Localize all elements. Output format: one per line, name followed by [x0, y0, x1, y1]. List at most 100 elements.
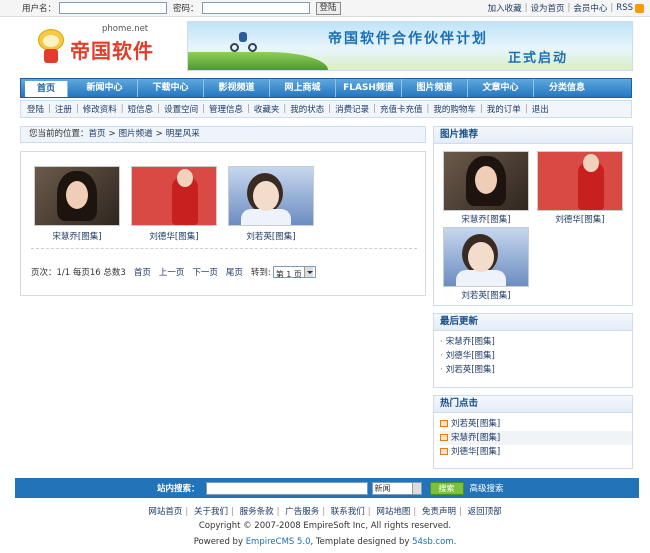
breadcrumb-stars[interactable]: 明星风采	[166, 129, 200, 139]
pager-next[interactable]: 下一页	[192, 266, 218, 278]
footer-link-sitemap[interactable]: 网站地图	[376, 507, 410, 517]
logo-domain: phome.net	[102, 24, 149, 34]
chevron-down-icon[interactable]	[303, 267, 313, 277]
nav-photo[interactable]: 图片频道	[402, 79, 468, 97]
copyright: Copyright © 2007-2008 EmpireSoft Inc, Al…	[198, 521, 452, 531]
template-site-link[interactable]: 54sb.com	[412, 537, 454, 547]
latest-box: 最后更新 · 宋慧乔[图集] · 刘德华[图集] · 刘若英[图集]	[433, 313, 633, 388]
subnav-login[interactable]: 登陆	[27, 103, 44, 115]
advanced-search-link[interactable]: 高级搜索	[470, 482, 504, 494]
search-category-select[interactable]: 新闻	[371, 481, 422, 495]
nav-video[interactable]: 影视频道	[204, 79, 270, 97]
rss-link[interactable]: RSS	[616, 3, 633, 13]
photo-thumbnail[interactable]	[443, 151, 529, 211]
list-item[interactable]: 刘德华[图集]	[440, 445, 632, 459]
gallery-caption[interactable]: 刘德华[图集]	[131, 230, 217, 242]
list-item[interactable]: 宋慧乔[图集]	[440, 431, 632, 445]
search-input[interactable]	[205, 481, 368, 495]
photo-thumbnail[interactable]	[537, 151, 623, 211]
breadcrumb-home[interactable]: 首页	[89, 129, 106, 139]
footer-link-disclaimer[interactable]: 免责声明	[422, 507, 456, 517]
footer-link-about[interactable]: 关于我们	[194, 507, 228, 517]
subnav-messages[interactable]: 短信息	[128, 103, 154, 115]
news-icon	[440, 420, 448, 427]
breadcrumb: 您当前的位置：首页 > 图片频道 > 明星风采	[20, 126, 426, 143]
add-favorite-link[interactable]: 加入收藏	[488, 2, 522, 14]
breadcrumb-photo[interactable]: 图片频道	[119, 129, 153, 139]
recommend-caption[interactable]: 刘德华[图集]	[537, 213, 623, 225]
powered-by: Powered by EmpireCMS 5.0, Template desig…	[193, 537, 457, 547]
set-homepage-link[interactable]: 设为首页	[531, 2, 565, 14]
banner-title: 帝国软件合作伙伴计划	[328, 31, 488, 47]
hot-title: 热门点击	[434, 396, 632, 413]
mascot-icon	[36, 29, 66, 65]
cyclist-icon	[230, 32, 260, 52]
nav-news[interactable]: 新闻中心	[72, 79, 138, 97]
empirecms-link[interactable]: EmpireCMS 5.0	[246, 537, 311, 547]
gallery-item[interactable]: 刘若英[图集]	[228, 166, 314, 242]
footer-link-terms[interactable]: 服务条款	[240, 507, 274, 517]
rss-icon[interactable]	[635, 3, 644, 13]
gallery-item[interactable]: 宋慧乔[图集]	[34, 166, 120, 242]
recommend-item[interactable]: 宋慧乔[图集]	[443, 151, 529, 225]
nav-shop[interactable]: 网上商城	[270, 79, 336, 97]
subnav-spending[interactable]: 消费记录	[335, 103, 369, 115]
gallery-caption[interactable]: 刘若英[图集]	[228, 230, 314, 242]
list-item[interactable]: · 刘若英[图集]	[440, 363, 632, 377]
site-logo[interactable]: phome.net 帝国软件	[36, 23, 164, 71]
recommend-item[interactable]: 刘若英[图集]	[443, 227, 529, 301]
gallery-panel: 宋慧乔[图集] 刘德华[图集] 刘若英[图集] 页次：1/1 每页16 总数3 …	[20, 151, 426, 296]
list-item[interactable]: · 宋慧乔[图集]	[440, 335, 632, 349]
member-center-link[interactable]: 会员中心	[573, 2, 607, 14]
footer-link-ads[interactable]: 广告服务	[285, 507, 319, 517]
breadcrumb-prefix: 您当前的位置：	[29, 129, 89, 139]
pager-prev[interactable]: 上一页	[159, 266, 185, 278]
subnav-logout[interactable]: 退出	[532, 103, 549, 115]
list-item[interactable]: 刘若英[图集]	[440, 417, 632, 431]
subnav-space-settings[interactable]: 设置空间	[164, 103, 198, 115]
footer-link-home[interactable]: 网站首页	[148, 507, 182, 517]
nav-flash[interactable]: FLASH频道	[336, 79, 402, 97]
photo-thumbnail[interactable]	[228, 166, 314, 226]
pagination: 页次：1/1 每页16 总数3 首页 上一页 下一页 尾页 转到: 第 1 页	[31, 266, 316, 279]
login-button[interactable]: 登陆	[315, 1, 341, 15]
nav-download[interactable]: 下载中心	[138, 79, 204, 97]
photo-thumbnail[interactable]	[443, 227, 529, 287]
search-button[interactable]: 搜索	[429, 481, 464, 495]
subnav-cart[interactable]: 我的购物车	[433, 103, 476, 115]
subnav-edit-profile[interactable]: 修改资料	[83, 103, 117, 115]
nav-article[interactable]: 文章中心	[468, 79, 534, 97]
banner-subtitle: 正式启动	[508, 51, 569, 66]
gallery-caption[interactable]: 宋慧乔[图集]	[34, 230, 120, 242]
subnav-register[interactable]: 注册	[55, 103, 72, 115]
photo-thumbnail[interactable]	[34, 166, 120, 226]
pager-last[interactable]: 尾页	[226, 266, 243, 278]
subnav-status[interactable]: 我的状态	[290, 103, 324, 115]
chevron-down-icon[interactable]	[411, 482, 421, 494]
site-search-bar: 站内搜索： 新闻 搜索 高级搜索	[15, 478, 639, 498]
subnav-orders[interactable]: 我的订单	[487, 103, 521, 115]
page-select[interactable]: 第 1 页	[272, 266, 316, 279]
footer-link-contact[interactable]: 联系我们	[331, 507, 365, 517]
divider	[31, 248, 417, 249]
nav-classified[interactable]: 分类信息	[534, 79, 600, 97]
pager-first[interactable]: 首页	[134, 266, 151, 278]
password-input[interactable]	[201, 2, 310, 14]
recommend-caption[interactable]: 宋慧乔[图集]	[443, 213, 529, 225]
photo-thumbnail[interactable]	[131, 166, 217, 226]
recommend-caption[interactable]: 刘若英[图集]	[443, 289, 529, 301]
subnav-manage-info[interactable]: 管理信息	[209, 103, 243, 115]
subnav-favorites[interactable]: 收藏夹	[254, 103, 280, 115]
partner-banner[interactable]: 帝国软件合作伙伴计划 正式启动	[187, 21, 633, 71]
subnav-recharge[interactable]: 充值卡充值	[380, 103, 423, 115]
list-item[interactable]: · 刘德华[图集]	[440, 349, 632, 363]
footer-link-top[interactable]: 返回顶部	[468, 507, 502, 517]
nav-home[interactable]: 首页	[25, 81, 68, 97]
site-header: phome.net 帝国软件 帝国软件合作伙伴计划 正式启动	[0, 17, 650, 75]
footer-links: 网站首页 | 关于我们 | 服务条款 | 广告服务 | 联系我们 | 网站地图 | 免责声明…	[148, 507, 502, 517]
username-input[interactable]	[59, 2, 168, 14]
news-icon	[440, 448, 448, 455]
top-links: 加入收藏 | 设为首页 | 会员中心 | RSS	[488, 2, 644, 14]
gallery-item[interactable]: 刘德华[图集]	[131, 166, 217, 242]
recommend-item[interactable]: 刘德华[图集]	[537, 151, 623, 225]
